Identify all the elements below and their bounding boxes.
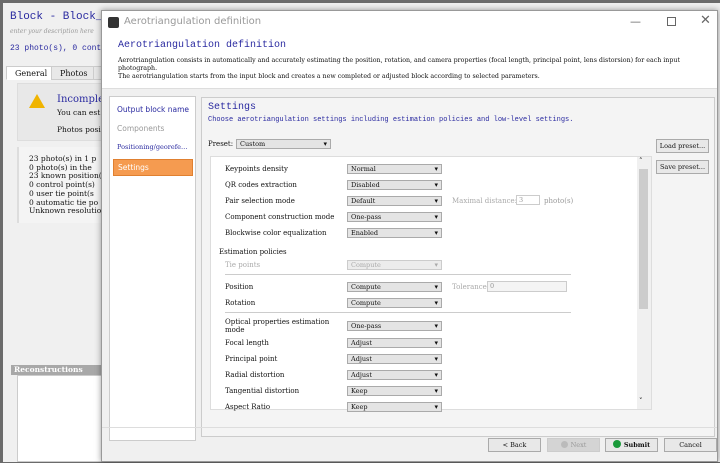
back-button[interactable]: < Back [488,438,541,452]
preset-label: Preset: [208,140,234,148]
description-field[interactable]: enter your description here [10,28,94,35]
block-stats: 23 photo(s) in 1 p 0 photo(s) in the 23 … [17,147,107,223]
tab-photos[interactable]: Photos [51,66,97,80]
qr-codes-label: QR codes extraction [225,181,297,189]
settings-title: Settings [208,102,257,113]
focal-length-select[interactable]: Adjust [347,338,442,348]
reconstructions-list[interactable] [17,375,107,462]
max-distance-unit: photo(s) [544,197,574,205]
tangential-distortion-select[interactable]: Keep [347,386,442,396]
warning-text: You can est [57,108,101,117]
pair-selection-select[interactable]: Default [347,196,442,206]
tie-points-select[interactable]: Compute [347,260,442,270]
settings-panel: Settings Choose aerotriangulation settin… [201,97,715,437]
nav-components[interactable]: Components [113,121,193,138]
submit-label: Submit [623,441,651,449]
divider [225,312,571,313]
nav-output-block-name[interactable]: Output block name [113,102,193,119]
app-logo-icon [108,17,119,28]
cancel-button[interactable]: Cancel [664,438,717,452]
aerotriangulation-dialog: Aerotriangulation definition — ✕ Aerotri… [101,10,718,462]
scrollbar[interactable]: ˄ ˅ [637,157,651,409]
warning-box: Incomplete You can est Photos posi [17,83,114,141]
next-label: Next [570,441,587,449]
reconstructions-header: Reconstructions [11,365,106,375]
optical-mode-select[interactable]: One-pass [347,321,442,331]
next-button[interactable]: Next [547,438,600,452]
scroll-down-icon[interactable]: ˅ [639,397,643,405]
principal-point-label: Principal point [225,355,278,363]
settings-subtitle: Choose aerotriangulation settings includ… [208,116,574,124]
nav-positioning[interactable]: Positioning/georefe… [113,140,193,157]
component-construction-label: Component construction mode [225,213,335,221]
dialog-titlebar: Aerotriangulation definition — ✕ [102,11,717,35]
keypoints-density-select[interactable]: Normal [347,164,442,174]
keypoints-density-label: Keypoints density [225,165,288,173]
max-distance-spinner[interactable]: 3 [516,195,540,205]
color-equalization-label: Blockwise color equalization [225,229,327,237]
block-title: Block - Block_1 [10,11,110,23]
aspect-ratio-label: Aspect Ratio [225,403,271,411]
stat-line: Unknown resolution [29,206,107,216]
submit-button[interactable]: Submit [605,438,658,452]
load-preset-button[interactable]: Load preset... [656,139,709,153]
aspect-ratio-select[interactable]: Keep [347,402,442,412]
nav-settings[interactable]: Settings [113,159,193,176]
warning-text-2: Photos posi [57,125,101,134]
dialog-description: Aerotriangulation consists in automatica… [118,57,713,81]
tab-general[interactable]: General [6,66,57,80]
tangential-distortion-label: Tangential distortion [225,387,300,395]
focal-length-label: Focal length [225,339,269,347]
principal-point-select[interactable]: Adjust [347,354,442,364]
divider [225,274,571,275]
position-label: Position [225,283,254,291]
description-line: Aerotriangulation consists in automatica… [118,57,680,72]
tolerance-input[interactable]: 0 [487,281,567,292]
position-select[interactable]: Compute [347,282,442,292]
rotation-label: Rotation [225,299,256,307]
optical-mode-label: Optical properties estimation mode [225,318,330,334]
rotation-select[interactable]: Compute [347,298,442,308]
tolerance-label: Tolerance [452,283,487,291]
warning-icon [29,94,45,108]
close-icon[interactable]: ✕ [700,13,711,28]
wizard-nav: Output block name Components Positioning… [109,96,196,441]
qr-codes-select[interactable]: Disabled [347,180,442,190]
maximize-icon[interactable] [667,17,676,26]
settings-scroll-area: Keypoints density Normal QR codes extrac… [210,156,652,412]
submit-icon [612,440,621,448]
max-distance-label: Maximal distance: [452,197,518,205]
radial-distortion-label: Radial distortion [225,371,285,379]
next-icon [560,441,568,448]
scrollbar-thumb[interactable] [639,169,648,309]
radial-distortion-select[interactable]: Adjust [347,370,442,380]
scroll-up-icon[interactable]: ˄ [639,157,643,165]
dialog-header: Aerotriangulation definition Aerotriangu… [102,35,717,89]
estimation-policies-heading: Estimation policies [219,248,287,256]
color-equalization-select[interactable]: Enabled [347,228,442,238]
component-construction-select[interactable]: One-pass [347,212,442,222]
dialog-window-title: Aerotriangulation definition [124,16,262,27]
tie-points-label: Tie points [225,261,261,269]
dialog-footer: < Back Next Submit Cancel [102,427,717,463]
dialog-heading: Aerotriangulation definition [118,40,287,51]
preset-select[interactable]: Custom [236,139,331,149]
save-preset-button[interactable]: Save preset... [656,160,709,174]
pair-selection-label: Pair selection mode [225,197,295,205]
minimize-icon[interactable]: — [630,15,641,28]
block-summary: 23 photo(s), 0 control [10,44,116,53]
description-line: The aerotriangulation starts from the in… [118,73,540,80]
